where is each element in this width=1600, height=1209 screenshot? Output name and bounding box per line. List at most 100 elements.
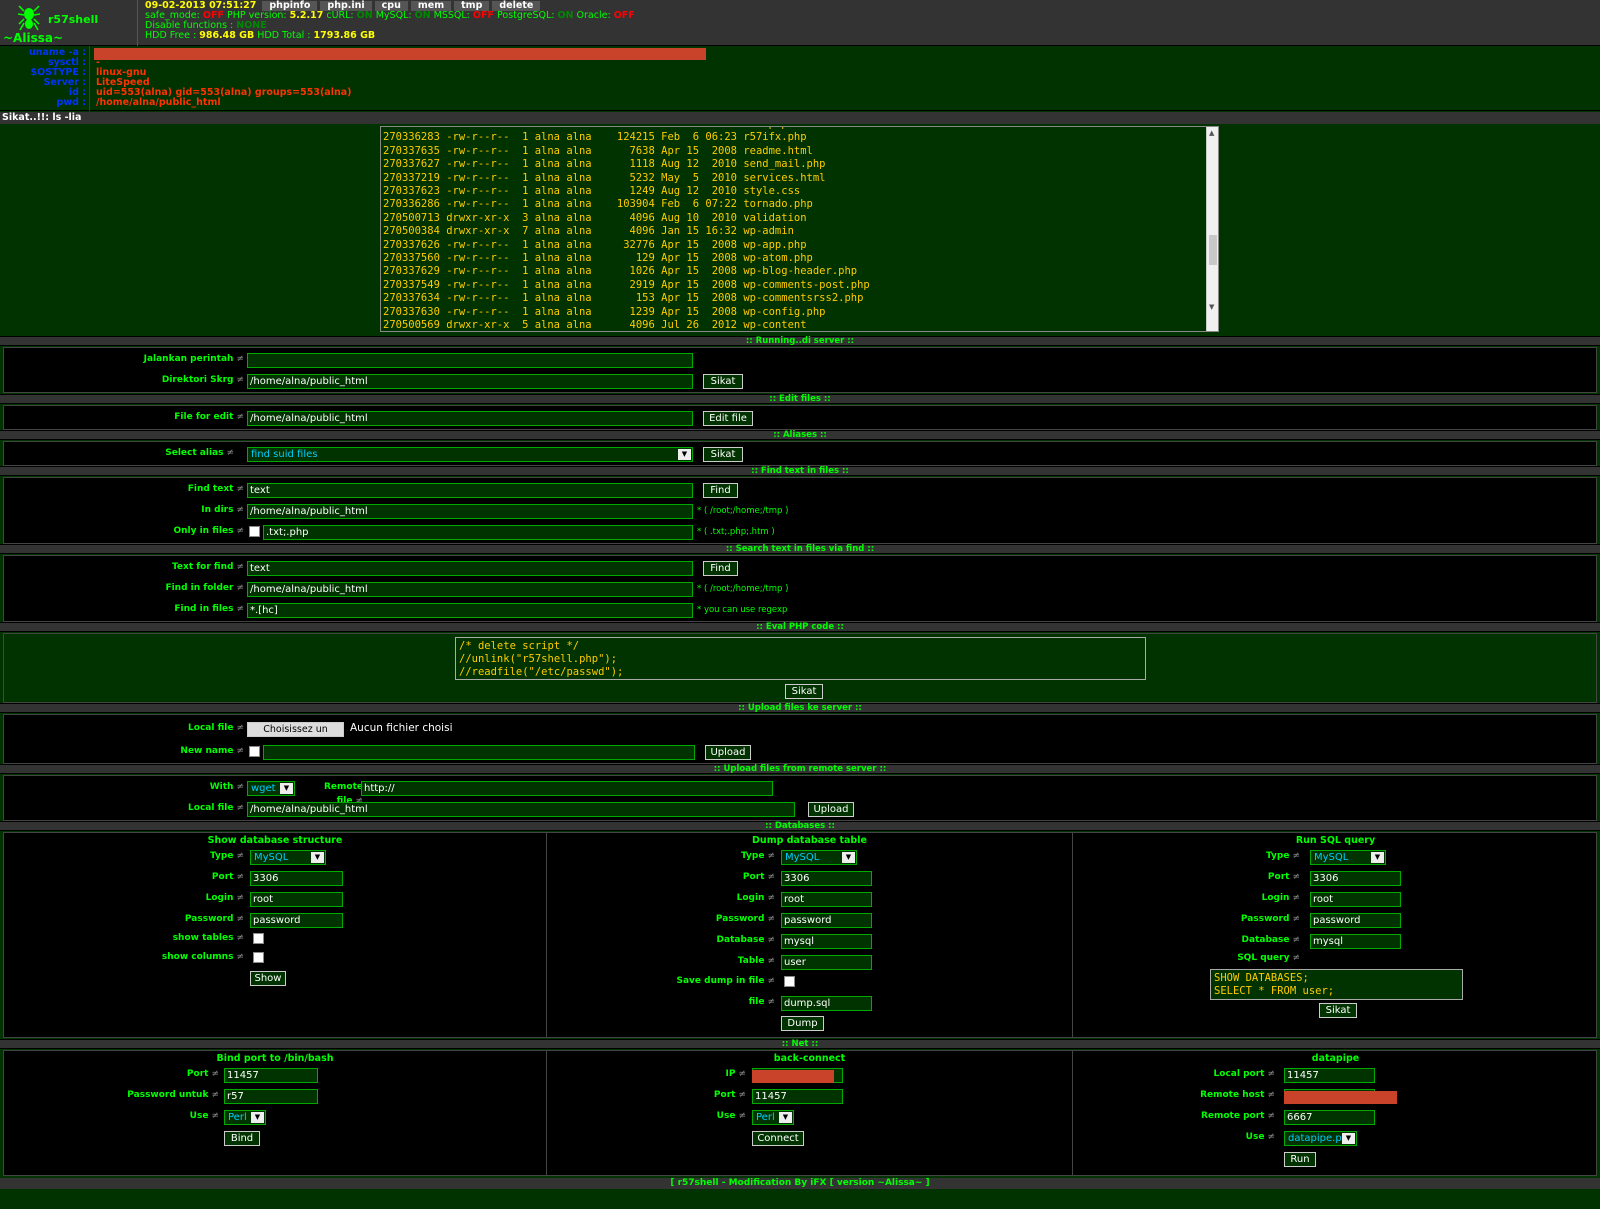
upload-button[interactable]: Upload: [705, 745, 751, 760]
dump-port-label-text: Port: [742, 872, 765, 882]
with-select[interactable]: wget ▼: [247, 781, 295, 796]
dump-password-input[interactable]: password: [781, 913, 872, 928]
scrollbar-thumb[interactable]: [1209, 235, 1217, 265]
bind-port-column: Bind port to /bin/bash Port ≠ 11457 Passw…: [4, 1051, 547, 1175]
bind-port-input[interactable]: 11457: [224, 1068, 318, 1083]
only-in-files-checkbox[interactable]: [249, 526, 260, 537]
new-name-checkbox[interactable]: [249, 746, 260, 757]
curl-label: cURL:: [326, 10, 354, 21]
dump-button[interactable]: Dump: [781, 1016, 824, 1031]
show-port-input[interactable]: 3306: [250, 871, 343, 886]
bind-use-select[interactable]: Perl ▼: [224, 1110, 266, 1125]
header-bar: r57shell ~Alissa~ 09-02-2013 07:51:27 ph…: [0, 0, 1600, 46]
search-find-button[interactable]: Find: [703, 561, 738, 576]
listing-row: 270337627 -rw-r--r-- 1 alna alna 1118 Au…: [383, 158, 826, 171]
app-tagline: ~Alissa~: [3, 31, 64, 45]
query-database-label: Database ≠: [1241, 935, 1300, 945]
bind-button[interactable]: Bind: [224, 1131, 260, 1146]
save-dump-checkbox[interactable]: [784, 976, 795, 987]
choose-file-button[interactable]: Choisissez un fichier: [247, 722, 344, 748]
remote-file-input[interactable]: http://: [361, 781, 773, 796]
sql-run-button[interactable]: Sikat: [1319, 1003, 1357, 1018]
query-login-input[interactable]: root: [1310, 892, 1401, 907]
listing-row: 270337626 -rw-r--r-- 1 alna alna 32776 A…: [383, 238, 807, 251]
edit-panel: File for edit ≠ /home/alna/public_html Ed…: [3, 405, 1597, 430]
query-password-input[interactable]: password: [1310, 913, 1401, 928]
query-port-input[interactable]: 3306: [1310, 871, 1401, 886]
show-type-select[interactable]: MySQL ▼: [250, 850, 326, 865]
in-dirs-input[interactable]: /home/alna/public_html: [247, 504, 693, 519]
file-edit-input[interactable]: /home/alna/public_html: [247, 411, 693, 426]
bind-password-label-text: Password untuk: [127, 1090, 209, 1100]
show-password-input[interactable]: password: [250, 913, 343, 928]
text-for-find-input[interactable]: text: [247, 561, 693, 576]
file-listing[interactable]: 270336277 -rw-r--r-- 1 alna alna 4107 Fe…: [380, 126, 1219, 332]
show-type-label-text: Type: [209, 851, 234, 861]
show-login-input[interactable]: root: [250, 892, 343, 907]
eval-run-button[interactable]: Sikat: [785, 684, 823, 699]
query-database-input[interactable]: mysql: [1310, 934, 1401, 949]
chevron-down-icon: ▼: [1342, 1133, 1355, 1144]
pipe-use-select[interactable]: datapipe.pl ▼: [1284, 1131, 1357, 1146]
chevron-down-icon: ▼: [779, 1112, 792, 1123]
query-password-label: Password ≠: [1240, 914, 1300, 924]
remote-port-input[interactable]: 6667: [1284, 1110, 1375, 1125]
listing-row: 270337549 -rw-r--r-- 1 alna alna 2919 Ap…: [383, 278, 870, 291]
dump-port-input[interactable]: 3306: [781, 871, 872, 886]
command-text: ls -lia: [52, 112, 82, 123]
dump-login-input[interactable]: root: [781, 892, 872, 907]
back-port-input[interactable]: 11457: [752, 1089, 843, 1104]
mysql-value: ON: [414, 10, 431, 21]
find-text-input[interactable]: text: [247, 483, 693, 498]
scroll-up-icon[interactable]: ▲: [1209, 129, 1214, 137]
current-dir-input[interactable]: /home/alna/public_html: [247, 374, 693, 389]
remote-local-file-input[interactable]: /home/alna/public_html: [247, 802, 795, 817]
dump-database-input[interactable]: mysql: [781, 934, 872, 949]
bind-password-input[interactable]: r57: [224, 1089, 318, 1104]
show-tables-label: show tables ≠: [172, 933, 244, 943]
show-db-button[interactable]: Show: [250, 971, 286, 986]
bind-port-label-text: Port: [186, 1069, 209, 1079]
scroll-down-icon[interactable]: ▼: [1209, 303, 1214, 311]
section-find-text: :: Find text in files ::: [0, 466, 1600, 476]
redaction-bar: [752, 1070, 834, 1083]
listing-row: 270336286 -rw-r--r-- 1 alna alna 103904 …: [383, 198, 813, 211]
find-text-button[interactable]: Find: [703, 483, 738, 498]
find-in-folder-input[interactable]: /home/alna/public_html: [247, 582, 693, 597]
sysinfo-value: [96, 48, 351, 58]
back-ip-label: IP ≠: [725, 1069, 747, 1079]
local-port-input[interactable]: 11457: [1284, 1068, 1375, 1083]
connect-button[interactable]: Connect: [752, 1131, 804, 1146]
section-databases: :: Databases ::: [0, 821, 1600, 831]
edit-file-button[interactable]: Edit file: [703, 411, 753, 426]
dump-type-select[interactable]: MySQL ▼: [781, 850, 857, 865]
back-use-select[interactable]: Perl ▼: [752, 1110, 794, 1125]
show-tables-checkbox[interactable]: [253, 933, 264, 944]
sql-query-label: SQL query ≠: [1237, 953, 1300, 963]
alias-run-button[interactable]: Sikat: [703, 447, 743, 462]
run-command-button[interactable]: Sikat: [703, 374, 743, 389]
section-running: :: Running..di server ::: [0, 336, 1600, 346]
hdd-total-label: HDD Total :: [257, 30, 311, 41]
run-datapipe-button[interactable]: Run: [1284, 1152, 1316, 1167]
find-in-files-input[interactable]: *.[hc]: [247, 603, 693, 618]
alias-select[interactable]: find suid files ▼: [247, 447, 693, 462]
show-login-label-text: Login: [205, 893, 234, 903]
bind-port-label: Port ≠: [186, 1069, 219, 1079]
only-in-files-input[interactable]: .txt;.php: [263, 525, 693, 540]
new-name-input[interactable]: [263, 745, 695, 760]
spider-icon: [18, 5, 40, 31]
query-type-select[interactable]: MySQL ▼: [1310, 850, 1386, 865]
dump-file-input[interactable]: dump.sql: [781, 996, 872, 1011]
section-eval: :: Eval PHP code ::: [0, 622, 1600, 632]
command-input[interactable]: [247, 353, 693, 368]
sql-query-textarea[interactable]: SHOW DATABASES; SELECT * FROM user;: [1210, 969, 1463, 1000]
file-edit-label: File for edit ≠: [174, 412, 244, 422]
mssql-value: OFF: [472, 10, 494, 21]
dump-file-label-text: file: [748, 997, 765, 1007]
remote-upload-button[interactable]: Upload: [808, 802, 854, 817]
eval-code-textarea[interactable]: /* delete script */ //unlink("r57shell.p…: [455, 637, 1146, 680]
dump-table-input[interactable]: user: [781, 955, 872, 970]
scrollbar[interactable]: ▲ ▼: [1206, 127, 1218, 331]
show-columns-checkbox[interactable]: [253, 952, 264, 963]
